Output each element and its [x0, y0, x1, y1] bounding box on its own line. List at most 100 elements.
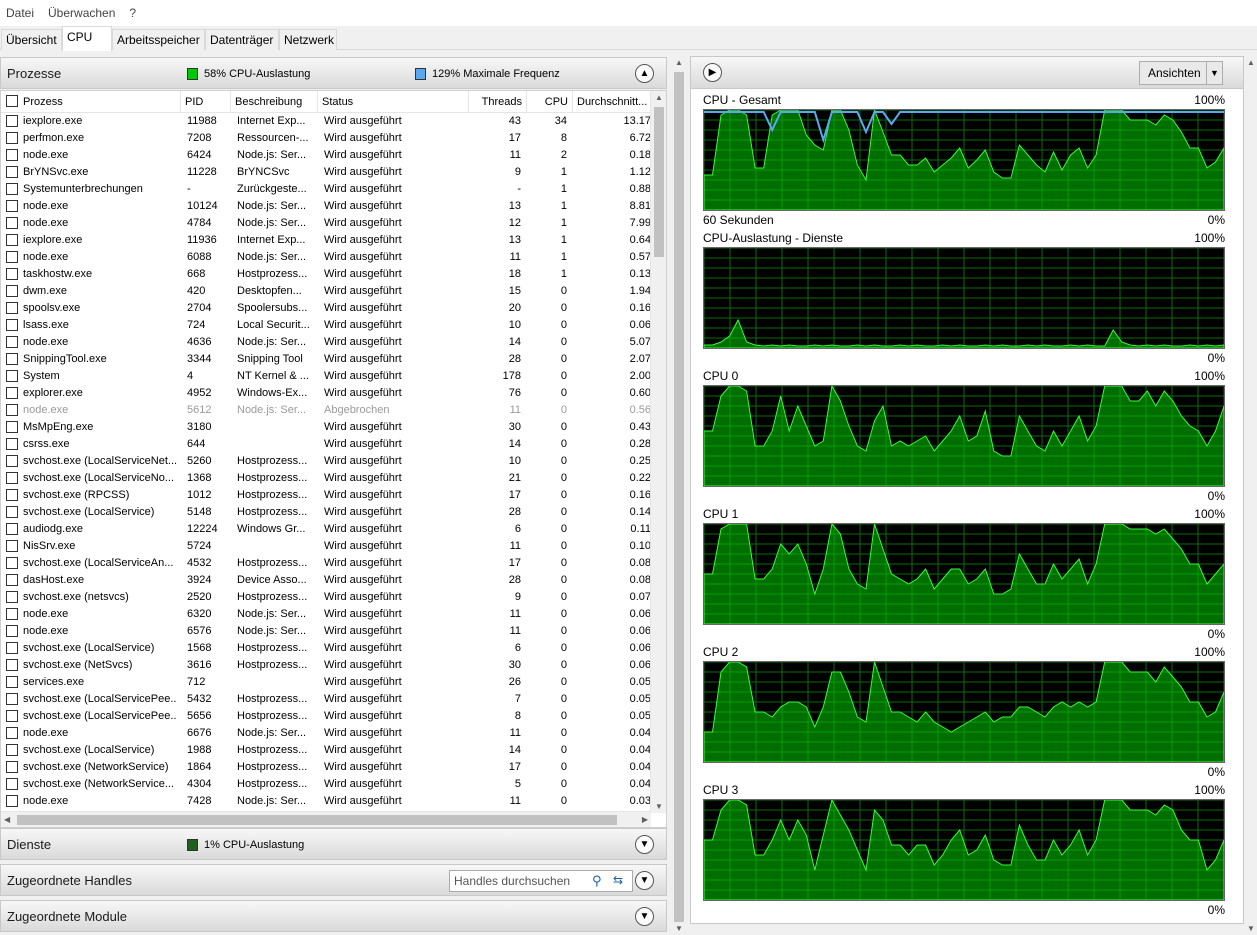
select-all-checkbox[interactable] [6, 95, 18, 107]
processes-header[interactable]: Prozesse 58% CPU-Auslastung 129% Maximal… [0, 57, 667, 89]
table-row[interactable]: svchost.exe (NetworkService... 4304 Hostpr… [1, 776, 651, 793]
row-checkbox[interactable] [6, 557, 18, 569]
table-row[interactable]: taskhostw.exe 668 Hostprozess... Wird ausge… [1, 266, 651, 283]
row-checkbox[interactable] [6, 710, 18, 722]
table-row[interactable]: lsass.exe 724 Local Securit... Wird ausgefü… [1, 317, 651, 334]
scroll-up-icon[interactable]: ▲ [675, 58, 683, 67]
table-row[interactable]: svchost.exe (LocalServiceNo... 1368 Hostpr… [1, 470, 651, 487]
horizontal-scrollbar[interactable]: ◀ ▶ [1, 811, 651, 827]
table-row[interactable]: BrYNSvc.exe 11228 BrYNCSvc Wird ausgeführt 9… [1, 164, 651, 181]
row-checkbox[interactable] [6, 659, 18, 671]
table-row[interactable]: MsMpEng.exe 3180 Wird ausgeführt 30 0 0.43 [1, 419, 651, 436]
row-checkbox[interactable] [6, 166, 18, 178]
window-scrollbar[interactable]: ▲ ▼ [1244, 56, 1257, 935]
col-header-threads[interactable]: Threads [469, 91, 527, 113]
table-row[interactable]: dasHost.exe 3924 Device Asso... Wird ausgef… [1, 572, 651, 589]
row-checkbox[interactable] [6, 540, 18, 552]
table-row[interactable]: svchost.exe (NetSvcs) 3616 Hostprozess... W… [1, 657, 651, 674]
table-row[interactable]: node.exe 7428 Node.js: Ser... Wird ausgefüh… [1, 793, 651, 810]
scroll-left-icon[interactable]: ◀ [4, 815, 10, 824]
table-row[interactable]: SnippingTool.exe 3344 Snipping Tool Wird au… [1, 351, 651, 368]
panel-splitter[interactable]: ▲ ▼ [671, 56, 687, 935]
table-row[interactable]: NisSrv.exe 5724 Wird ausgeführt 11 0 0.10 [1, 538, 651, 555]
table-row[interactable]: csrss.exe 644 Wird ausgeführt 14 0 0.28 [1, 436, 651, 453]
tab-netzwerk[interactable]: Netzwerk [279, 29, 337, 50]
row-checkbox[interactable] [6, 642, 18, 654]
row-checkbox[interactable] [6, 421, 18, 433]
menu-help[interactable]: ? [129, 6, 136, 20]
row-checkbox[interactable] [6, 268, 18, 280]
tab-uebersicht[interactable]: Übersicht [1, 29, 62, 50]
row-checkbox[interactable] [6, 302, 18, 314]
table-row[interactable]: node.exe 4636 Node.js: Ser... Wird ausgefüh… [1, 334, 651, 351]
splitter-thumb[interactable] [674, 72, 684, 922]
collapse-processes-button[interactable]: ▲ [635, 64, 654, 83]
scroll-thumb[interactable] [654, 107, 664, 257]
row-checkbox[interactable] [6, 591, 18, 603]
row-checkbox[interactable] [6, 778, 18, 790]
row-checkbox[interactable] [6, 336, 18, 348]
table-row[interactable]: dwm.exe 420 Desktopfen... Wird ausgeführt 15… [1, 283, 651, 300]
table-row[interactable]: services.exe 712 Wird ausgeführt 26 0 0.05 [1, 674, 651, 691]
table-row[interactable]: svchost.exe (NetworkService) 1864 Hostproz… [1, 759, 651, 776]
dropdown-arrow-icon[interactable]: ▼ [1206, 62, 1222, 84]
row-checkbox[interactable] [6, 676, 18, 688]
row-checkbox[interactable] [6, 744, 18, 756]
table-row[interactable]: iexplore.exe 11936 Internet Exp... Wird aus… [1, 232, 651, 249]
row-checkbox[interactable] [6, 387, 18, 399]
tab-datentraeger[interactable]: Datenträger [205, 29, 279, 50]
table-row[interactable]: System 4 NT Kernel & ... Wird ausgeführt 178… [1, 368, 651, 385]
row-checkbox[interactable] [6, 523, 18, 535]
table-row[interactable]: node.exe 6676 Node.js: Ser... Wird ausgefüh… [1, 725, 651, 742]
hscroll-thumb[interactable] [17, 815, 617, 825]
table-row[interactable]: node.exe 10124 Node.js: Ser... Wird ausgefü… [1, 198, 651, 215]
row-checkbox[interactable] [6, 234, 18, 246]
table-row[interactable]: svchost.exe (LocalService) 1988 Hostprozes… [1, 742, 651, 759]
table-row[interactable]: spoolsv.exe 2704 Spoolersubs... Wird ausgef… [1, 300, 651, 317]
table-row[interactable]: audiodg.exe 12224 Windows Gr... Wird ausgef… [1, 521, 651, 538]
row-checkbox[interactable] [6, 472, 18, 484]
row-checkbox[interactable] [6, 438, 18, 450]
table-row[interactable]: node.exe 6424 Node.js: Ser... Wird ausgefüh… [1, 147, 651, 164]
row-checkbox[interactable] [6, 132, 18, 144]
row-checkbox[interactable] [6, 404, 18, 416]
table-row[interactable]: node.exe 6320 Node.js: Ser... Wird ausgefüh… [1, 606, 651, 623]
scroll-up-icon[interactable]: ▲ [1247, 58, 1255, 67]
table-row[interactable]: svchost.exe (LocalService) 5148 Hostprozes… [1, 504, 651, 521]
handles-header[interactable]: Zugeordnete Handles Handles durchsuchen … [0, 864, 667, 896]
vertical-scrollbar[interactable]: ▲ ▼ [650, 91, 666, 813]
row-checkbox[interactable] [6, 455, 18, 467]
services-header[interactable]: Dienste 1% CPU-Auslastung ▼ [0, 828, 667, 860]
table-row[interactable]: node.exe 5612 Node.js: Ser... Abgebrochen 11… [1, 402, 651, 419]
menu-datei[interactable]: Datei [6, 6, 34, 20]
table-row[interactable]: svchost.exe (LocalService) 1568 Hostprozes… [1, 640, 651, 657]
row-checkbox[interactable] [6, 761, 18, 773]
expand-modules-button[interactable]: ▼ [635, 907, 654, 926]
scroll-right-icon[interactable]: ▶ [642, 815, 648, 824]
table-row[interactable]: node.exe 6088 Node.js: Ser... Wird ausgefüh… [1, 249, 651, 266]
row-checkbox[interactable] [6, 370, 18, 382]
modules-header[interactable]: Zugeordnete Module ▼ [0, 900, 667, 932]
row-checkbox[interactable] [6, 285, 18, 297]
row-checkbox[interactable] [6, 217, 18, 229]
table-row[interactable]: node.exe 4784 Node.js: Ser... Wird ausgefüh… [1, 215, 651, 232]
row-checkbox[interactable] [6, 574, 18, 586]
row-checkbox[interactable] [6, 200, 18, 212]
expand-services-button[interactable]: ▼ [635, 835, 654, 854]
col-header-cpu[interactable]: CPU [527, 91, 573, 113]
row-checkbox[interactable] [6, 115, 18, 127]
table-row[interactable]: Systemunterbrechungen - Zurückgeste... Wird… [1, 181, 651, 198]
col-header-desc[interactable]: Beschreibung [231, 91, 318, 113]
table-row[interactable]: iexplore.exe 11988 Internet Exp... Wird aus… [1, 113, 651, 130]
row-checkbox[interactable] [6, 489, 18, 501]
expand-handles-button[interactable]: ▼ [635, 871, 654, 890]
table-row[interactable]: svchost.exe (LocalServicePee... 5656 Hostp… [1, 708, 651, 725]
table-row[interactable]: svchost.exe (LocalServicePee... 5432 Hostp… [1, 691, 651, 708]
table-row[interactable]: svchost.exe (LocalServiceAn... 4532 Hostpr… [1, 555, 651, 572]
menu-ueberwachen[interactable]: Überwachen [48, 6, 115, 20]
table-row[interactable]: svchost.exe (netsvcs) 2520 Hostprozess... W… [1, 589, 651, 606]
scroll-down-icon[interactable]: ▼ [655, 802, 663, 811]
col-header-status[interactable]: Status [318, 91, 469, 113]
row-checkbox[interactable] [6, 319, 18, 331]
scroll-up-icon[interactable]: ▲ [655, 93, 663, 102]
